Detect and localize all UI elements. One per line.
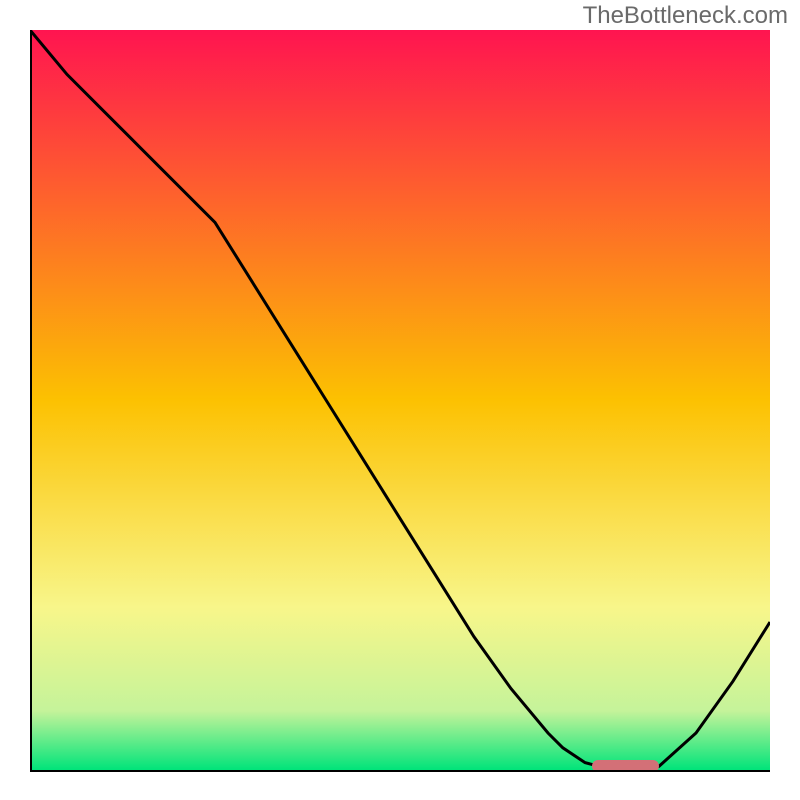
y-axis <box>30 30 32 770</box>
watermark-text: TheBottleneck.com <box>583 2 788 30</box>
x-axis <box>30 770 770 772</box>
chart-container: TheBottleneck.com <box>0 0 800 800</box>
bottleneck-curve <box>30 30 770 770</box>
plot-area <box>30 30 770 770</box>
